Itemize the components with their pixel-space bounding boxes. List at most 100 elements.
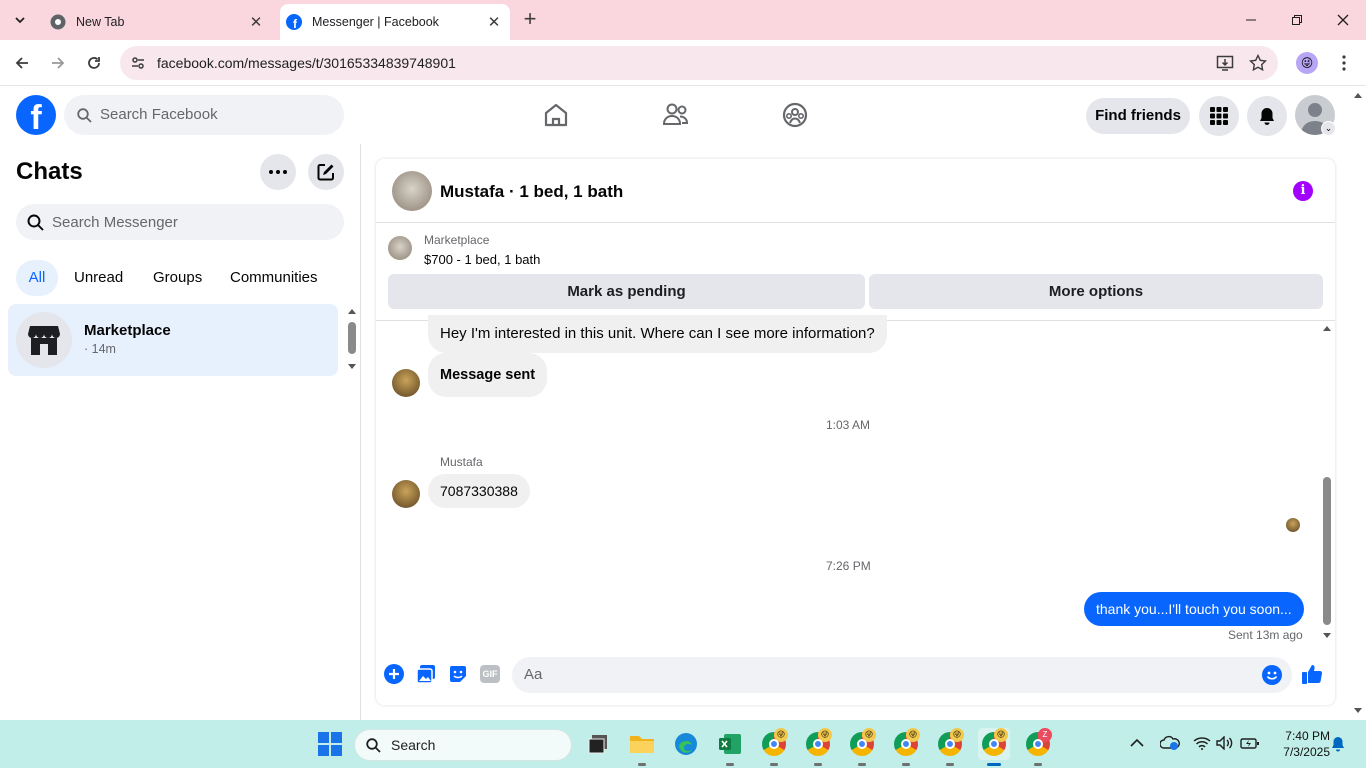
new-message-button[interactable] bbox=[308, 154, 344, 190]
chats-sidebar: Chats Search Messenger All Unread Groups… bbox=[0, 144, 361, 720]
wifi-icon[interactable] bbox=[1193, 736, 1211, 750]
chrome-profile-button[interactable]: 😜 bbox=[846, 728, 878, 766]
gif-button[interactable]: GIF bbox=[479, 663, 501, 685]
install-app-icon[interactable] bbox=[1216, 54, 1234, 72]
taskbar-search[interactable]: Search bbox=[354, 729, 572, 761]
attach-photo-button[interactable] bbox=[415, 663, 437, 685]
browser-tab-messenger[interactable]: f Messenger | Facebook ✕ bbox=[280, 4, 510, 40]
start-button[interactable] bbox=[314, 728, 346, 760]
chrome-profile-button[interactable]: 😜 bbox=[890, 728, 922, 766]
listing-thumbnail[interactable] bbox=[388, 236, 412, 260]
search-icon bbox=[366, 738, 381, 753]
show-hidden-icons-chevron-up-icon[interactable] bbox=[1130, 738, 1144, 748]
taskbar-clock[interactable]: 7:40 PM 7/3/2025 bbox=[1270, 728, 1330, 760]
chrome-profile-button[interactable]: 😜 bbox=[934, 728, 966, 766]
sender-name: Mustafa bbox=[440, 455, 483, 469]
excel-button[interactable] bbox=[714, 728, 746, 766]
task-view-button[interactable] bbox=[582, 728, 614, 760]
clock-date: 7/3/2025 bbox=[1283, 745, 1330, 759]
home-icon[interactable] bbox=[539, 98, 573, 132]
filter-all[interactable]: All bbox=[16, 260, 58, 296]
reload-button[interactable] bbox=[79, 48, 109, 78]
minimize-button[interactable] bbox=[1228, 0, 1274, 40]
tab-search-button[interactable] bbox=[8, 8, 32, 32]
messages-scrollbar[interactable] bbox=[1320, 321, 1334, 645]
more-options-button[interactable]: More options bbox=[869, 274, 1323, 309]
profile-button[interactable]: 😜 bbox=[1292, 48, 1322, 78]
restore-button[interactable] bbox=[1274, 0, 1320, 40]
forward-button[interactable] bbox=[43, 48, 73, 78]
notification-bell-icon[interactable] bbox=[1331, 736, 1345, 752]
more-horizontal-icon bbox=[269, 170, 287, 174]
more-actions-button[interactable] bbox=[383, 663, 405, 685]
facebook-search-placeholder: Search Facebook bbox=[100, 106, 218, 123]
menu-button[interactable] bbox=[1199, 96, 1239, 136]
running-indicator bbox=[638, 763, 646, 766]
notifications-button[interactable] bbox=[1247, 96, 1287, 136]
chat-options-button[interactable] bbox=[260, 154, 296, 190]
close-window-button[interactable] bbox=[1320, 0, 1366, 40]
browser-tab-new-tab[interactable]: New Tab ✕ bbox=[40, 4, 272, 40]
restore-icon bbox=[1292, 15, 1302, 25]
facebook-search-input[interactable]: Search Facebook bbox=[64, 95, 344, 135]
info-icon[interactable]: i bbox=[1293, 181, 1313, 201]
compose-icon bbox=[317, 164, 334, 181]
battery-icon[interactable] bbox=[1240, 736, 1260, 750]
chrome-profile-button[interactable]: 😜 bbox=[802, 728, 834, 766]
site-settings-icon[interactable] bbox=[130, 55, 146, 71]
sticker-button[interactable] bbox=[447, 663, 469, 685]
reload-icon bbox=[88, 57, 100, 69]
chat-list-item[interactable]: Marketplace · 14m bbox=[8, 304, 338, 376]
new-tab-button[interactable]: + bbox=[518, 8, 542, 32]
marketplace-listing-bar: Marketplace $700 - 1 bed, 1 bath Mark as… bbox=[376, 223, 1335, 321]
message-bubble[interactable]: 7087330388 bbox=[428, 474, 530, 508]
search-icon bbox=[27, 214, 44, 231]
minimize-icon bbox=[1246, 19, 1256, 21]
conversation-title[interactable]: Mustafa · 1 bed, 1 bath bbox=[440, 182, 623, 202]
messenger-search-input[interactable]: Search Messenger bbox=[16, 204, 344, 240]
sender-avatar bbox=[392, 369, 420, 397]
url-text: facebook.com/messages/t/3016533483974890… bbox=[157, 55, 456, 71]
bell-icon bbox=[1260, 108, 1274, 125]
running-indicator bbox=[858, 763, 866, 766]
message-bubble-sent[interactable]: thank you...I'll touch you soon... bbox=[1084, 592, 1304, 626]
edge-button[interactable] bbox=[670, 728, 702, 760]
filter-communities[interactable]: Communities bbox=[230, 260, 318, 296]
chrome-profile-button-active[interactable]: 😜 bbox=[978, 728, 1010, 766]
page-scrollbar[interactable] bbox=[1350, 86, 1366, 720]
groups-icon[interactable] bbox=[778, 98, 812, 132]
filter-groups[interactable]: Groups bbox=[153, 260, 202, 296]
chat-avatar bbox=[16, 312, 72, 368]
running-indicator bbox=[1034, 763, 1042, 766]
filter-unread[interactable]: Unread bbox=[74, 260, 123, 296]
chrome-icon: 😜 bbox=[982, 728, 1008, 756]
listing-price[interactable]: $700 - 1 bed, 1 bath bbox=[424, 252, 540, 267]
like-button[interactable] bbox=[1301, 663, 1323, 685]
close-tab-icon[interactable]: ✕ bbox=[484, 12, 504, 32]
emoji-icon[interactable] bbox=[1262, 665, 1282, 685]
mark-as-pending-button[interactable]: Mark as pending bbox=[388, 274, 865, 309]
chrome-profile-button[interactable]: 😜 bbox=[758, 728, 790, 766]
message-input[interactable]: Aa bbox=[512, 657, 1292, 693]
close-tab-icon[interactable]: ✕ bbox=[246, 12, 266, 32]
bookmark-star-icon[interactable] bbox=[1249, 54, 1267, 72]
find-friends-button[interactable]: Find friends bbox=[1086, 98, 1190, 134]
back-button[interactable] bbox=[7, 48, 37, 78]
facebook-logo-icon[interactable]: f bbox=[16, 95, 56, 135]
taskbar-search-label: Search bbox=[391, 737, 436, 753]
running-indicator bbox=[946, 763, 954, 766]
conversation-avatar[interactable] bbox=[392, 171, 432, 211]
volume-icon[interactable] bbox=[1216, 736, 1234, 750]
excel-icon bbox=[719, 734, 741, 754]
chrome-icon: 😜 bbox=[850, 728, 876, 756]
browser-menu-button[interactable] bbox=[1329, 48, 1359, 78]
message-bubble[interactable]: Message sent bbox=[428, 353, 548, 397]
chrome-profile-button[interactable]: Z bbox=[1022, 728, 1054, 766]
file-explorer-button[interactable] bbox=[626, 728, 658, 766]
address-bar[interactable]: facebook.com/messages/t/3016533483974890… bbox=[120, 46, 1278, 80]
account-chevron-down-icon[interactable]: ⌄ bbox=[1321, 121, 1336, 136]
onedrive-icon[interactable] bbox=[1160, 735, 1180, 751]
message-bubble[interactable]: Hey I'm interested in this unit. Where c… bbox=[428, 315, 887, 353]
friends-icon[interactable] bbox=[659, 98, 693, 132]
sidebar-scrollbar[interactable] bbox=[344, 304, 360, 376]
